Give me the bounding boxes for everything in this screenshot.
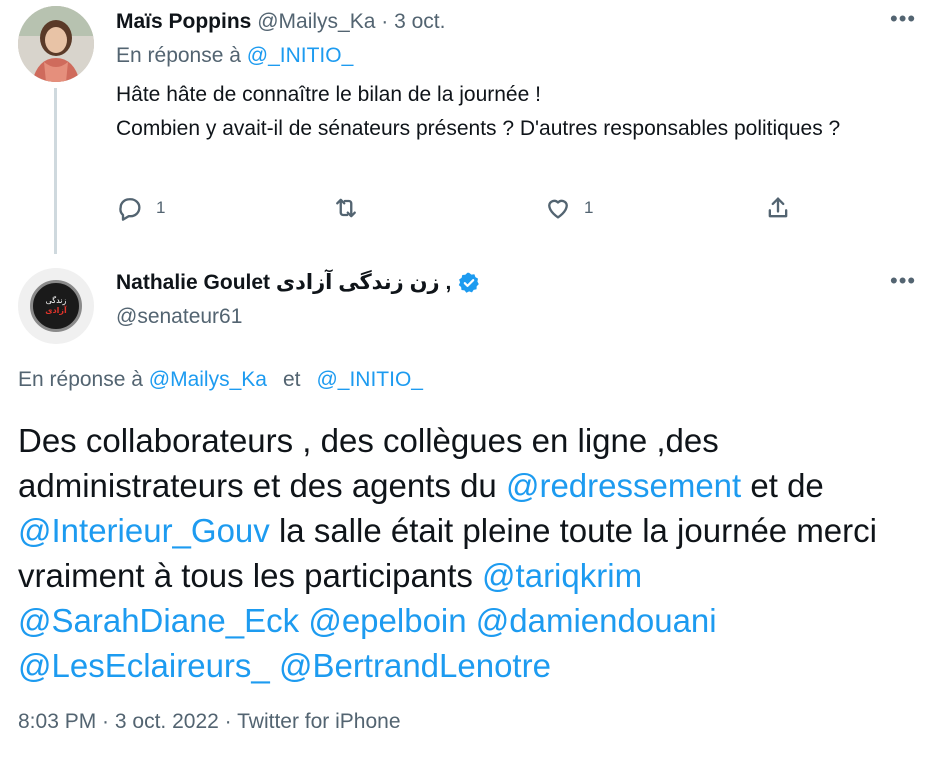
reply-prefix: En réponse à: [116, 44, 247, 67]
meta-separator: ·: [96, 710, 115, 733]
avatar-photo: [18, 6, 94, 82]
reply-tweet-header: Maïs Poppins @Mailys_Ka · 3 oct.: [116, 10, 445, 34]
verified-badge-icon: [457, 271, 481, 295]
like-action[interactable]: 1: [544, 194, 593, 222]
reply-text-line2: Combien y avait-il de sénateurs présents…: [116, 117, 841, 140]
reply-icon: [119, 198, 141, 221]
reply-tweet-text: Hâte hâte de connaître le bilan de la jo…: [116, 78, 926, 146]
reply-text-line1: Hâte hâte de connaître le bilan de la jo…: [116, 83, 541, 106]
reply-count: 1: [156, 198, 166, 217]
main-author-name[interactable]: Nathalie Goulet زن زندگی آزادی ,: [116, 270, 451, 295]
mention-bertrandlenotre[interactable]: @BertrandLenotre: [279, 647, 551, 684]
heart-icon: [548, 199, 568, 219]
reply-mention-mailys[interactable]: @Mailys_Ka: [149, 368, 267, 391]
mention-interieur-gouv[interactable]: @Interieur_Gouv: [18, 512, 270, 549]
header-separator: ·: [375, 10, 395, 33]
retweet-action[interactable]: [332, 194, 372, 222]
main-reply-prefix: En réponse à: [18, 368, 149, 391]
avatar-badge-bottom-text: آزادی: [45, 306, 67, 315]
retweet-icon: [336, 198, 356, 218]
main-tweet-author: Nathalie Goulet زن زندگی آزادی ,: [116, 270, 481, 295]
reply-tweet-date[interactable]: 3 oct.: [394, 10, 445, 33]
avatar-badge: زندگی آزادی: [30, 280, 82, 332]
reply-mention-initio[interactable]: @_INITIO_: [247, 44, 354, 67]
tweet-date[interactable]: 3 oct. 2022: [115, 710, 219, 733]
like-count: 1: [584, 198, 594, 217]
reply-and: et: [282, 368, 301, 391]
tweet-meta: 8:03 PM · 3 oct. 2022 · Twitter for iPho…: [18, 710, 401, 734]
reply-mention-initio[interactable]: @_INITIO_: [316, 368, 423, 391]
mention-sarahdiane-eck[interactable]: @SarahDiane_Eck: [18, 602, 299, 639]
main-reply-context: En réponse à @Mailys_Ka et @_INITIO_: [18, 368, 423, 392]
avatar-senateur61[interactable]: زندگی آزادی: [18, 268, 94, 344]
avatar-mailys[interactable]: [18, 6, 94, 82]
main-author-handle[interactable]: @senateur61: [116, 305, 242, 329]
share-icon: [768, 197, 788, 218]
tweet-time[interactable]: 8:03 PM: [18, 710, 96, 733]
reply-action[interactable]: 1: [116, 194, 165, 222]
mention-leseclaireurs[interactable]: @LesEclaireurs_: [18, 647, 270, 684]
share-action[interactable]: [764, 194, 792, 222]
mention-epelboin[interactable]: @epelboin: [308, 602, 466, 639]
tweet-source[interactable]: Twitter for iPhone: [237, 710, 400, 733]
meta-separator: ·: [218, 710, 238, 733]
reply-author-name[interactable]: Maïs Poppins: [116, 10, 251, 33]
main-tweet-text: Des collaborateurs , des collègues en li…: [18, 418, 923, 688]
more-dots-icon[interactable]: •••: [890, 270, 916, 292]
avatar-badge-top-text: زندگی: [45, 296, 67, 305]
text-part2: et de: [741, 467, 824, 504]
more-dots-icon[interactable]: •••: [890, 8, 916, 30]
mention-damiendouani[interactable]: @damiendouani: [476, 602, 717, 639]
reply-context: En réponse à @_INITIO_: [116, 44, 353, 68]
thread-line: [54, 88, 57, 254]
mention-redressement[interactable]: @redressement: [506, 467, 741, 504]
reply-author-handle[interactable]: @Mailys_Ka: [257, 10, 375, 33]
mention-tariqkrim[interactable]: @tariqkrim: [482, 557, 642, 594]
